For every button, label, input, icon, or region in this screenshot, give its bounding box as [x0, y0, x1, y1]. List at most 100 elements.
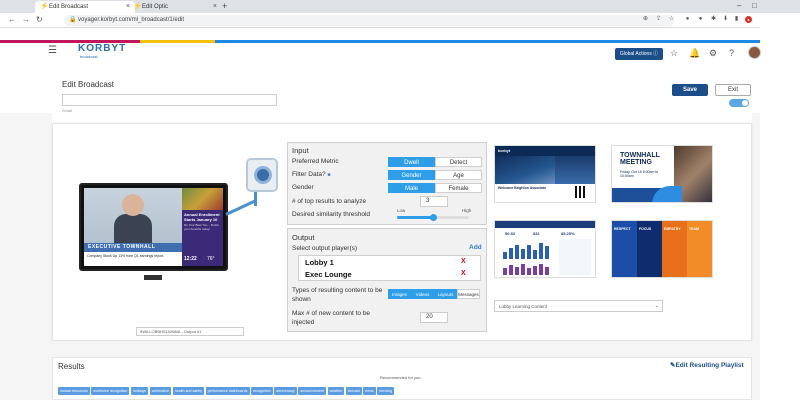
tag-chip[interactable]: recognition: [251, 387, 273, 395]
type-videos-option[interactable]: Videos: [411, 289, 434, 299]
gender-segmented-control: Male Female: [388, 183, 482, 193]
extension-icon[interactable]: ●: [684, 16, 691, 23]
settings-gear-icon[interactable]: ⚙: [709, 48, 717, 59]
tag-chip[interactable]: celebration: [149, 387, 172, 395]
thumbnail-city-image: [555, 156, 595, 184]
type-layouts-option[interactable]: Layouts: [434, 289, 457, 299]
share-icon[interactable]: ⇪: [655, 16, 662, 23]
thumbnail-logo: korbyt: [498, 148, 511, 153]
tag-chip[interactable]: anniversary: [274, 387, 297, 395]
thumbnail-city-image: [495, 156, 555, 184]
info-icon[interactable]: ■: [327, 172, 330, 178]
tag-chip[interactable]: holidays: [130, 387, 149, 395]
slider-low-label: Low: [397, 208, 406, 213]
value-column: EMPATHY: [662, 221, 687, 277]
content-thumbnail-welcome[interactable]: korbyt Welcome Brighton Associate: [494, 145, 596, 203]
top-results-label: # of top results to analyze: [292, 198, 367, 205]
slider-fill: [397, 216, 433, 219]
page-background: [752, 113, 760, 400]
browser-tab-edit-broadcast[interactable]: ⚡ Edit Broadcast ×: [35, 1, 135, 13]
new-tab-icon[interactable]: +: [222, 1, 227, 11]
content-thumbnail-dashboard[interactable]: 50.53 $31 85.25%: [494, 220, 596, 278]
korbyt-favicon-icon: ⚡: [133, 3, 142, 10]
back-icon[interactable]: ←: [8, 15, 16, 24]
value-column: TEAM: [687, 221, 712, 277]
puzzle-icon[interactable]: ✱: [710, 16, 717, 23]
notification-bell-icon[interactable]: 🔔: [689, 48, 700, 59]
tag-chip[interactable]: news: [363, 387, 376, 395]
enabled-toggle[interactable]: [729, 99, 749, 107]
page-background: [0, 113, 52, 400]
chart-bar: [533, 250, 537, 259]
preferred-metric-label: Preferred Metric: [292, 158, 339, 165]
broadcast-name-input[interactable]: [62, 94, 277, 106]
news-ticker: Company Stock Up 13% from Q1 earnings re…: [84, 252, 182, 266]
chart-bar: [539, 243, 543, 259]
close-tab-icon[interactable]: ×: [213, 1, 217, 13]
max-content-input[interactable]: 20: [420, 312, 448, 323]
user-avatar[interactable]: [748, 46, 761, 59]
download-icon[interactable]: ⬇: [722, 16, 729, 23]
select-players-label: Select output player(s): [292, 245, 358, 252]
filter-age-option[interactable]: Age: [435, 170, 482, 180]
type-images-option[interactable]: Images: [388, 289, 411, 299]
browser-tab-edit-optic[interactable]: ⚡ Edit Optic ×: [128, 1, 222, 13]
gender-male-option[interactable]: Male: [388, 183, 435, 193]
edit-playlist-link[interactable]: ✎Edit Resulting Playlist: [670, 361, 744, 369]
tag-chip[interactable]: human resources: [58, 387, 90, 395]
metric-detect-option[interactable]: Detect: [435, 157, 482, 167]
tag-chip[interactable]: livecast: [345, 387, 362, 395]
extension-icon[interactable]: ●: [697, 16, 704, 23]
slider-thumb[interactable]: [430, 214, 437, 221]
selected-players-list: Lobby 1 X Exec Lounge X: [298, 255, 481, 281]
chart-bar: [527, 245, 531, 259]
content-thumbnail-values[interactable]: RESPECT FOCUS EMPATHY TEAM: [611, 220, 713, 278]
lock-icon: 🔒: [69, 17, 77, 23]
type-messages-option[interactable]: Messages: [457, 289, 480, 299]
maximize-icon[interactable]: □: [752, 1, 757, 10]
similarity-slider[interactable]: [397, 214, 469, 221]
device-output-label[interactable]: 9WILLOBBHS1026MA - Output #1: [136, 327, 244, 336]
recommended-label: Recommended for you: [380, 375, 421, 380]
chart-bar: [509, 248, 513, 259]
side-panel: Annual Enrollment Starts January 10 Do Y…: [182, 188, 223, 266]
add-player-link[interactable]: Add: [469, 244, 482, 251]
camera-sensor-icon: [246, 158, 278, 192]
tag-chip[interactable]: weather: [327, 387, 345, 395]
dashboard-bar-chart: [503, 241, 551, 259]
output-panel-title: Output: [292, 233, 315, 242]
korbyt-logo[interactable]: KORBYT: [78, 43, 126, 54]
remove-player-icon[interactable]: X: [461, 258, 466, 265]
save-button[interactable]: Save: [672, 84, 708, 96]
exit-button[interactable]: Exit: [715, 84, 751, 96]
tag-chip[interactable]: performance dashboards: [205, 387, 250, 395]
minimize-icon[interactable]: –: [737, 1, 741, 10]
sidebar-icon[interactable]: ▮: [733, 16, 740, 23]
content-source-select[interactable]: Lobby Learning Content ⌄: [494, 300, 663, 312]
address-bar[interactable]: 🔒 voyager.korbyt.com/ml_broadcast/1/edit: [64, 15, 674, 26]
content-thumbnail-townhall[interactable]: TOWNHALL MEETING Friday, Oct 16 8:00am t…: [611, 145, 713, 203]
favorite-star-icon[interactable]: ☆: [670, 48, 678, 59]
global-actions-button[interactable]: Global Actions ⓘ: [615, 48, 663, 60]
tag-chip[interactable]: health and safety: [172, 387, 205, 395]
tag-chip[interactable]: announcement: [298, 387, 327, 395]
filter-gender-option[interactable]: Gender: [388, 170, 435, 180]
reload-icon[interactable]: ↻: [36, 15, 43, 24]
gender-female-option[interactable]: Female: [435, 183, 482, 193]
right-margin: [760, 13, 800, 400]
player-item: Lobby 1: [305, 258, 334, 267]
metric-dwell-option[interactable]: Dwell: [388, 157, 435, 167]
forward-icon[interactable]: →: [22, 15, 30, 24]
filter-data-text: Filter Data?: [292, 171, 326, 178]
tag-chip[interactable]: workforce recognition: [91, 387, 130, 395]
profile-icon[interactable]: ●: [745, 16, 752, 23]
help-icon[interactable]: ?: [729, 48, 734, 58]
hamburger-menu-icon[interactable]: ☰: [48, 45, 57, 56]
food-image: [182, 188, 223, 210]
tag-chip[interactable]: trending: [377, 387, 395, 395]
chart-bar: [539, 264, 543, 275]
bookmark-star-icon[interactable]: ☆: [668, 16, 675, 23]
zoom-icon[interactable]: ⊕: [642, 16, 649, 23]
remove-player-icon[interactable]: X: [461, 270, 466, 277]
top-results-input[interactable]: 3: [420, 196, 448, 207]
